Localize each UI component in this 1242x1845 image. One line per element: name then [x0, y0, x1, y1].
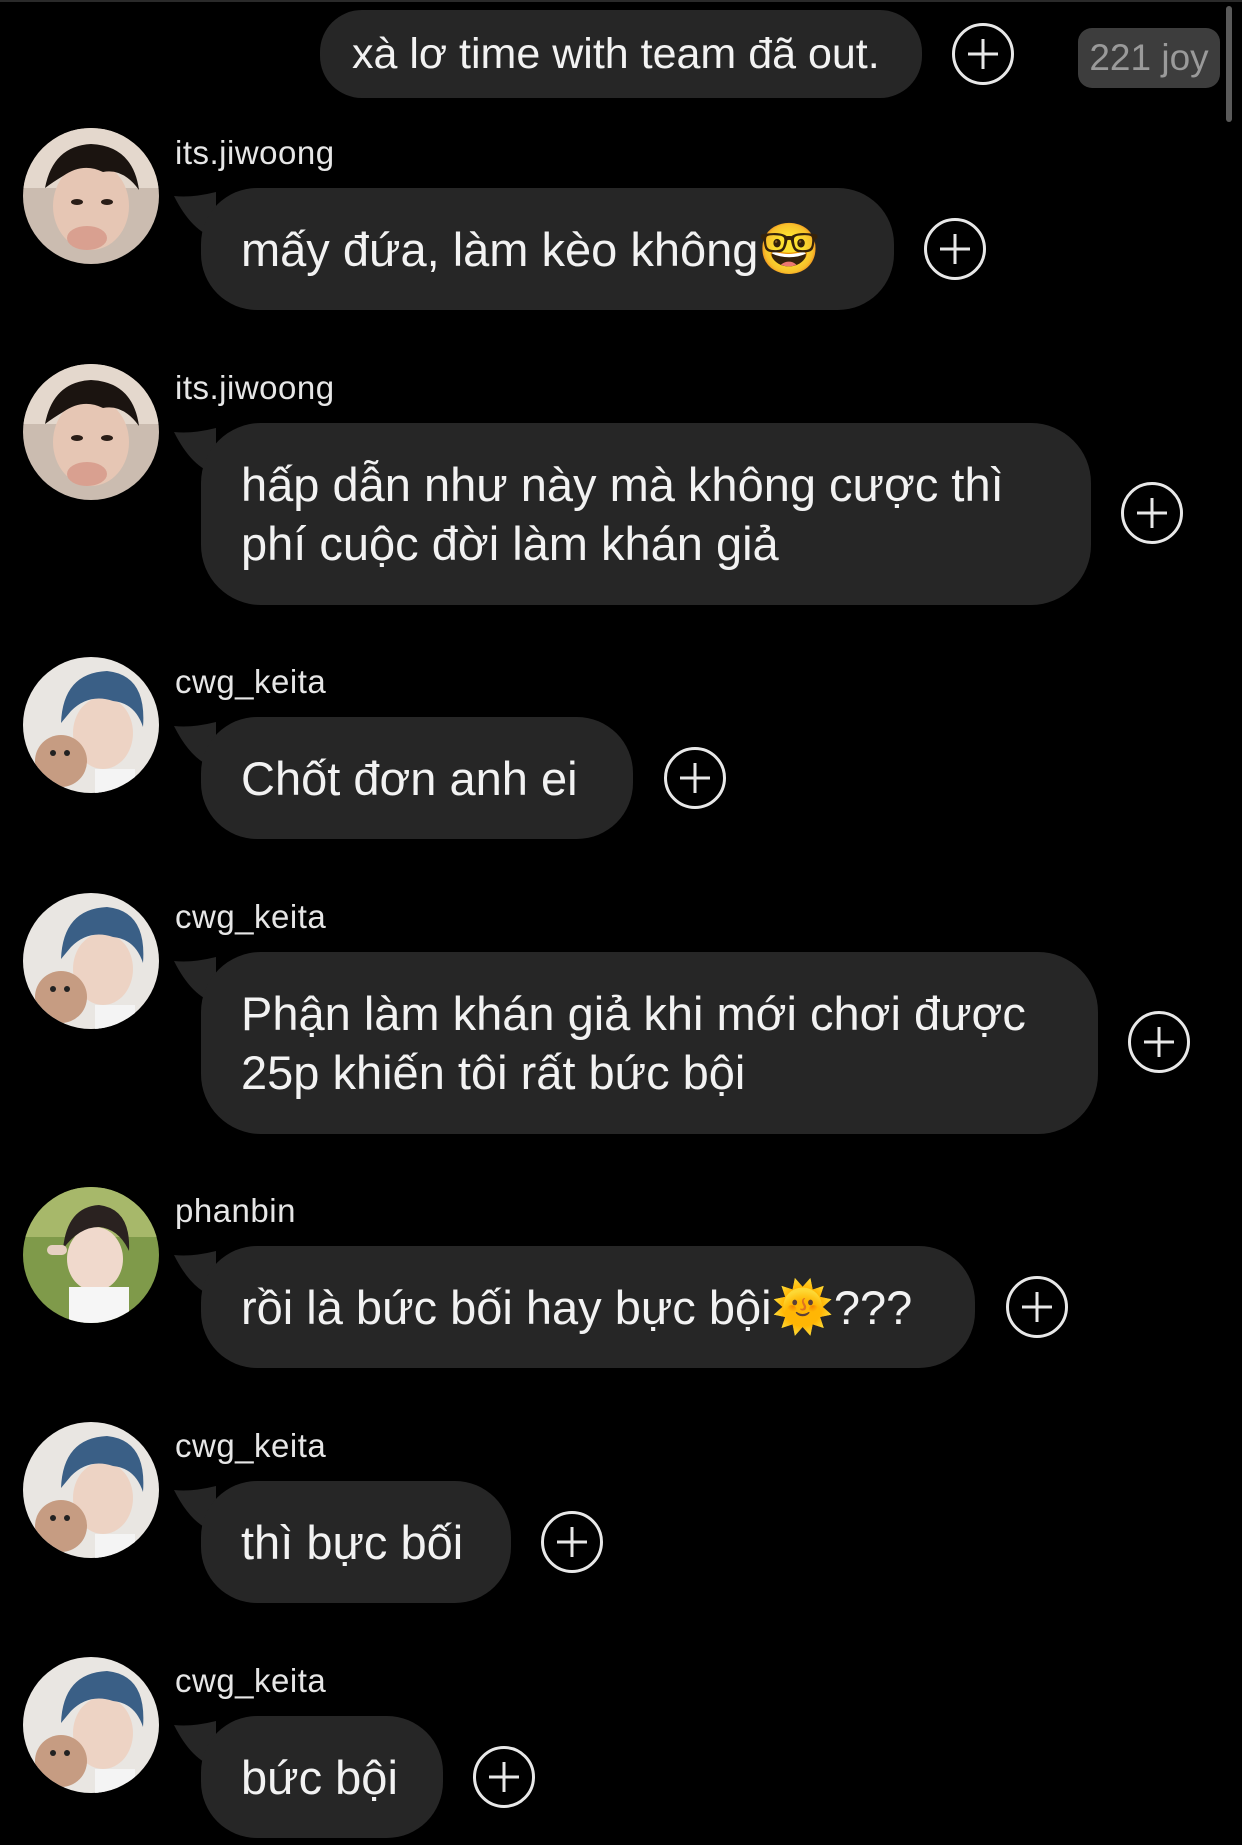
avatar-keita[interactable]: [23, 1657, 159, 1793]
sun-face-icon: 🌞: [771, 1279, 834, 1335]
top-divider: [0, 0, 1242, 2]
joy-count-badge[interactable]: 221 joy: [1078, 28, 1220, 88]
message-bubble[interactable]: mấy đứa, làm kèo không 🤓: [201, 188, 894, 310]
add-reaction-button[interactable]: [664, 747, 726, 809]
avatar-keita[interactable]: [23, 657, 159, 793]
nerd-face-icon: 🤓: [758, 221, 821, 277]
message-text: rồi là bức bối hay bực bội: [241, 1280, 772, 1334]
message-text: xà lơ time with team đã out.: [352, 29, 880, 78]
avatar-phanbin[interactable]: [23, 1187, 159, 1323]
username[interactable]: its.jiwoong: [175, 134, 335, 172]
message-text-line: 25p khiến tôi rất bức bội: [241, 1046, 746, 1099]
scrollbar[interactable]: [1226, 6, 1232, 122]
message-text-line: Phận làm khán giả khi mới chơi được: [241, 987, 1026, 1040]
avatar-keita[interactable]: [23, 893, 159, 1029]
avatar-jiwoong[interactable]: [23, 128, 159, 264]
message-text: mấy đứa, làm kèo không: [241, 222, 759, 276]
avatar-keita[interactable]: [23, 1422, 159, 1558]
message-bubble[interactable]: bức bội: [201, 1716, 443, 1838]
message-bubble[interactable]: rồi là bức bối hay bực bội 🌞???: [201, 1246, 975, 1368]
message-text-line: phí cuộc đời làm khán giả: [241, 517, 779, 570]
message-bubble[interactable]: hấp dẫn như này mà không cược thì phí cu…: [201, 423, 1091, 605]
add-reaction-button[interactable]: [1128, 1011, 1190, 1073]
sent-message-bubble[interactable]: xà lơ time with team đã out.: [320, 10, 922, 98]
username[interactable]: cwg_keita: [175, 663, 326, 701]
add-reaction-button[interactable]: [473, 1746, 535, 1808]
message-text-suffix: ???: [833, 1280, 913, 1334]
message-bubble[interactable]: Phận làm khán giả khi mới chơi được 25p …: [201, 952, 1098, 1134]
message-text: bức bội: [241, 1750, 398, 1804]
username[interactable]: cwg_keita: [175, 1427, 326, 1465]
add-reaction-button[interactable]: [1006, 1276, 1068, 1338]
add-reaction-button[interactable]: [924, 218, 986, 280]
message-bubble[interactable]: Chốt đơn anh ei: [201, 717, 633, 839]
username[interactable]: cwg_keita: [175, 898, 326, 936]
add-reaction-button[interactable]: [1121, 482, 1183, 544]
username[interactable]: cwg_keita: [175, 1662, 326, 1700]
message-bubble[interactable]: thì bực bối: [201, 1481, 511, 1603]
username[interactable]: phanbin: [175, 1192, 296, 1230]
add-reaction-button[interactable]: [952, 23, 1014, 85]
message-text: Chốt đơn anh ei: [241, 751, 578, 805]
username[interactable]: its.jiwoong: [175, 369, 335, 407]
message-text: thì bực bối: [241, 1515, 464, 1569]
message-text-line: hấp dẫn như này mà không cược thì: [241, 458, 1004, 511]
add-reaction-button[interactable]: [541, 1511, 603, 1573]
avatar-jiwoong[interactable]: [23, 364, 159, 500]
